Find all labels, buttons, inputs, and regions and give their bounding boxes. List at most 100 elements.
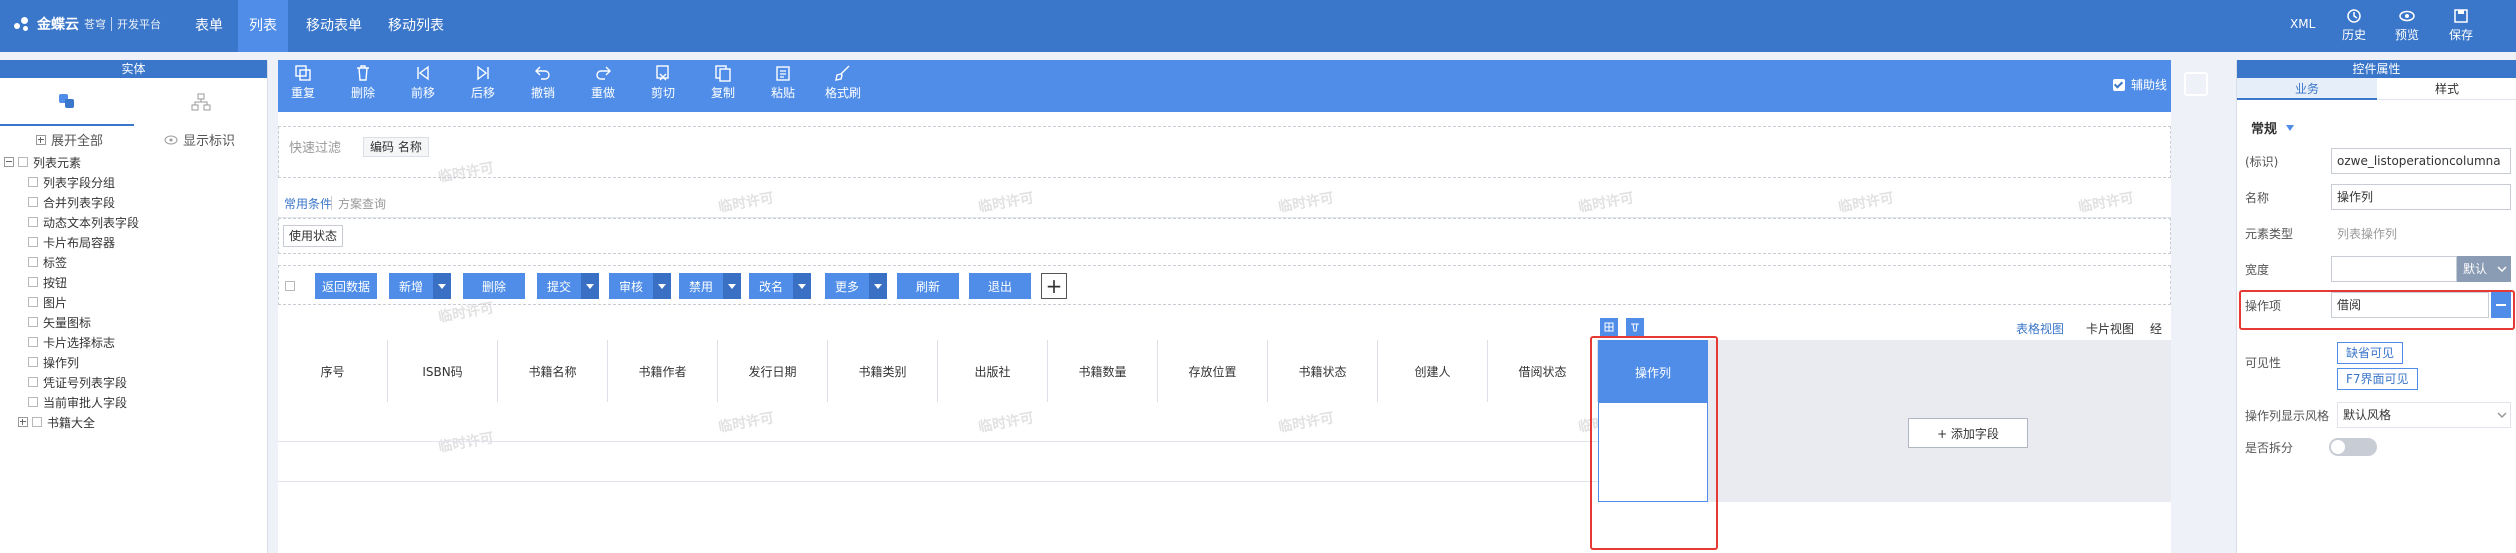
tab-mobile-form[interactable]: 移动表单 xyxy=(298,0,370,52)
copy-button[interactable]: 复制 xyxy=(698,64,748,101)
select-all-checkbox[interactable] xyxy=(285,281,295,291)
tab-style[interactable]: 样式 xyxy=(2377,78,2516,100)
tree-item[interactable]: 标签 xyxy=(0,252,268,272)
delete-button[interactable]: 删除 xyxy=(338,64,388,101)
column-header[interactable]: 书籍名称 xyxy=(498,340,608,402)
insert-column-icon[interactable] xyxy=(1600,318,1618,336)
tab-form[interactable]: 表单 xyxy=(184,0,234,52)
tree-checkbox[interactable] xyxy=(32,417,42,427)
action-button[interactable]: 提交 xyxy=(537,273,599,299)
tab-business[interactable]: 业务 xyxy=(2237,78,2377,100)
tab-table-view[interactable]: 表格视图 xyxy=(2016,320,2064,337)
fullscreen-icon[interactable] xyxy=(2184,72,2208,96)
status-filter-button[interactable]: 使用状态 xyxy=(283,225,344,247)
name-input[interactable]: 操作列 xyxy=(2331,184,2511,210)
move-forward-button[interactable]: 前移 xyxy=(398,64,448,101)
tree-root[interactable]: 列表元素 xyxy=(0,152,268,172)
tree-checkbox[interactable] xyxy=(28,357,38,367)
tree-item[interactable]: 列表字段分组 xyxy=(0,172,268,192)
split-toggle[interactable] xyxy=(2329,438,2377,456)
tree-item[interactable]: 矢量图标 xyxy=(0,312,268,332)
tree-item[interactable]: 图片 xyxy=(0,292,268,312)
column-header[interactable]: 书籍数量 xyxy=(1048,340,1158,402)
tab-entity-tree[interactable] xyxy=(0,78,134,126)
tree-item[interactable]: 按钮 xyxy=(0,272,268,292)
tree-checkbox[interactable] xyxy=(28,297,38,307)
action-button[interactable]: 刷新 xyxy=(897,273,959,299)
tab-scheme-query[interactable]: 方案查询 xyxy=(338,195,386,212)
tree-checkbox[interactable] xyxy=(28,257,38,267)
dropdown-arrow-icon[interactable] xyxy=(433,273,451,299)
tree-checkbox[interactable] xyxy=(28,177,38,187)
dropdown-arrow-icon[interactable] xyxy=(653,273,671,299)
history-button[interactable]: 历史 xyxy=(2329,8,2379,43)
action-button[interactable]: 退出 xyxy=(969,273,1031,299)
identifier-input[interactable]: ozwe_listoperationcolumna xyxy=(2331,148,2511,174)
column-header[interactable]: 书籍类别 xyxy=(828,340,938,402)
preview-button[interactable]: 预览 xyxy=(2382,8,2432,43)
tree-item[interactable]: 凭证号列表字段 xyxy=(0,372,268,392)
add-button-icon[interactable]: + xyxy=(1041,273,1067,299)
f7-visible-button[interactable]: F7界面可见 xyxy=(2337,368,2418,390)
action-button[interactable]: 返回数据 xyxy=(315,273,377,299)
save-button[interactable]: 保存 xyxy=(2436,8,2486,43)
repeat-button[interactable]: 重复 xyxy=(278,64,328,101)
column-header[interactable]: 书籍状态 xyxy=(1268,340,1378,402)
expand-all-button[interactable]: 展开全部 xyxy=(36,130,103,149)
action-button[interactable]: 删除 xyxy=(463,273,525,299)
show-identifier-button[interactable]: 显示标识 xyxy=(164,130,235,149)
tree-checkbox[interactable] xyxy=(28,377,38,387)
tree-item[interactable]: 动态文本列表字段 xyxy=(0,212,268,232)
column-header[interactable]: ISBN码 xyxy=(388,340,498,402)
action-button[interactable]: 更多 xyxy=(825,273,887,299)
tab-common-condition[interactable]: 常用条件 xyxy=(284,195,332,212)
dropdown-arrow-icon[interactable] xyxy=(869,273,887,299)
display-style-select[interactable]: 默认风格 xyxy=(2337,402,2511,428)
move-back-button[interactable]: 后移 xyxy=(458,64,508,101)
tree-checkbox[interactable] xyxy=(28,237,38,247)
tree-checkbox[interactable] xyxy=(28,197,38,207)
column-header[interactable]: 存放位置 xyxy=(1158,340,1268,402)
paste-button[interactable]: 粘贴 xyxy=(758,64,808,101)
action-button[interactable]: 审核 xyxy=(609,273,671,299)
property-group[interactable]: 常规 xyxy=(2251,118,2295,137)
tree-item[interactable]: 当前审批人字段 xyxy=(0,392,268,412)
xml-button[interactable]: XML xyxy=(2290,17,2315,31)
tree-item-collapsed[interactable]: 书籍大全 xyxy=(0,412,268,432)
width-unit-select[interactable]: 默认 xyxy=(2457,256,2511,282)
tab-list[interactable]: 列表 xyxy=(238,0,288,52)
tree-checkbox[interactable] xyxy=(28,277,38,287)
redo-button[interactable]: 重做 xyxy=(578,64,628,101)
column-header[interactable]: 借阅状态 xyxy=(1488,340,1598,402)
action-button[interactable]: 改名 xyxy=(749,273,811,299)
cut-button[interactable]: 剪切 xyxy=(638,64,688,101)
tree-item[interactable]: 合并列表字段 xyxy=(0,192,268,212)
tab-entity-structure[interactable] xyxy=(134,78,268,126)
aux-line-toggle[interactable]: 辅助线 xyxy=(2113,76,2167,93)
aux-line-checkbox[interactable] xyxy=(2113,78,2125,91)
tree-checkbox[interactable] xyxy=(18,157,28,167)
default-visible-button[interactable]: 缺省可见 xyxy=(2337,342,2404,364)
tree-item[interactable]: 卡片布局容器 xyxy=(0,232,268,252)
delete-column-icon[interactable] xyxy=(1626,318,1644,336)
tab-mobile-list[interactable]: 移动列表 xyxy=(380,0,452,52)
dropdown-arrow-icon[interactable] xyxy=(581,273,599,299)
column-header[interactable]: 发行日期 xyxy=(718,340,828,402)
column-header[interactable]: 创建人 xyxy=(1378,340,1488,402)
add-field-button[interactable]: + 添加字段 xyxy=(1908,418,2028,448)
tree-checkbox[interactable] xyxy=(28,397,38,407)
column-header[interactable]: 序号 xyxy=(278,340,388,402)
undo-button[interactable]: 撤销 xyxy=(518,64,568,101)
dropdown-arrow-icon[interactable] xyxy=(793,273,811,299)
format-painter-button[interactable]: 格式刷 xyxy=(818,64,868,101)
dropdown-arrow-icon[interactable] xyxy=(723,273,741,299)
filter-field-tag[interactable]: 编码 名称 xyxy=(363,137,429,157)
tree-item[interactable]: 操作列 xyxy=(0,352,268,372)
quick-filter-area[interactable]: 快速过滤 编码 名称 xyxy=(278,126,2171,178)
tab-card-view[interactable]: 卡片视图 xyxy=(2086,320,2134,337)
tree-checkbox[interactable] xyxy=(28,217,38,227)
column-header[interactable]: 书籍作者 xyxy=(608,340,718,402)
action-button[interactable]: 新增 xyxy=(389,273,451,299)
column-header[interactable]: 出版社 xyxy=(938,340,1048,402)
tree-checkbox[interactable] xyxy=(28,337,38,347)
